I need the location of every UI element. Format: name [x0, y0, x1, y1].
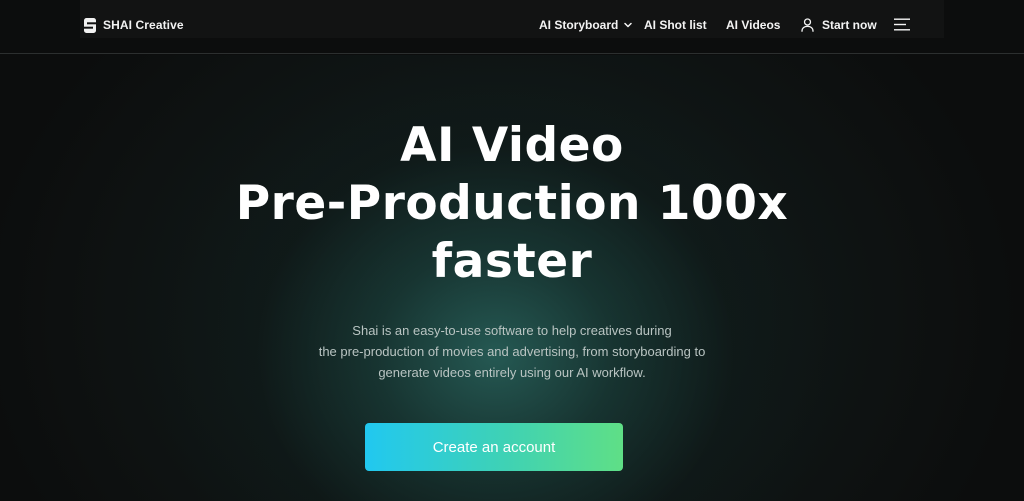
nav-links: AI Storyboard AI Shot list AI Videos Sta… — [0, 16, 1024, 34]
nav-link-ai-videos[interactable]: AI Videos — [726, 16, 780, 34]
top-navbar: SHAI Creative AI Storyboard AI Shot list… — [0, 0, 1024, 54]
nav-link-ai-storyboard[interactable]: AI Storyboard — [539, 16, 633, 34]
description-line: the pre-production of movies and adverti… — [318, 344, 706, 359]
hero-section: AI Video Pre-Production 100x faster Shai… — [0, 55, 1024, 501]
description-line: Shai is an easy-to-use software to help … — [352, 323, 672, 338]
headline-line: AI Video — [400, 118, 624, 173]
page: SHAI Creative AI Storyboard AI Shot list… — [0, 0, 1024, 501]
create-account-button[interactable]: Create an account — [365, 423, 623, 471]
headline-line: faster — [431, 234, 593, 289]
nav-link-ai-shot-list[interactable]: AI Shot list — [644, 16, 707, 34]
nav-link-label: AI Storyboard — [539, 18, 619, 32]
hamburger-menu-icon[interactable] — [894, 18, 910, 31]
chevron-down-icon — [624, 22, 633, 28]
user-icon — [801, 18, 814, 32]
description-line: generate videos entirely using our AI wo… — [378, 365, 646, 380]
hero-headline: AI Video Pre-Production 100x faster — [0, 117, 1024, 291]
hero-description: Shai is an easy-to-use software to help … — [0, 320, 1024, 383]
nav-link-label: Start now — [822, 18, 877, 32]
headline-line: Pre-Production 100x — [235, 176, 789, 231]
nav-link-start-now[interactable]: Start now — [801, 16, 877, 34]
